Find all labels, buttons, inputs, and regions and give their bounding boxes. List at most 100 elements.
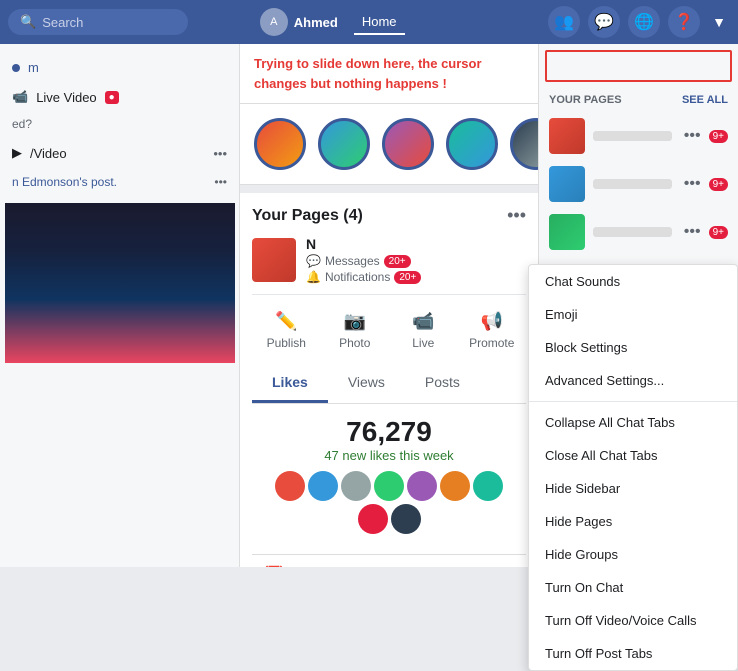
promote-btn[interactable]: 📢 Promote [458, 305, 527, 356]
page-avatar [252, 238, 296, 282]
annotation-text-top: Trying to slide down here, the cursor ch… [254, 54, 524, 93]
sidebar-item-home[interactable]: m [0, 52, 239, 83]
rs-page-avatar-3 [549, 214, 585, 250]
page-name: N [306, 236, 526, 252]
page-notifications: 🔔 Notifications 20+ [306, 270, 526, 284]
live-badge: ● [105, 91, 119, 104]
story-circles [240, 104, 538, 185]
notifications-label: Notifications [325, 270, 390, 284]
story-circle-2[interactable] [318, 118, 370, 170]
dropdown-menu: Chat Sounds Emoji Block Settings Advance… [528, 264, 738, 671]
dot-icon [12, 64, 20, 72]
sidebar-video-item[interactable]: ▶ /Video ••• [0, 137, 239, 169]
messages-label: Messages [325, 254, 380, 268]
red-outline-top [545, 50, 732, 82]
sidebar-video-more[interactable]: ••• [213, 146, 227, 161]
page-info: N 💬 Messages 20+ 🔔 Notifications 20+ [306, 236, 526, 284]
dropdown-advanced-settings[interactable]: Advanced Settings... [529, 364, 737, 397]
home-link[interactable]: Home [354, 10, 405, 35]
dropdown-close-chat-tabs[interactable]: Close All Chat Tabs [529, 439, 737, 472]
rs-page-more-1[interactable]: ••• [684, 127, 701, 145]
rs-page-more-3[interactable]: ••• [684, 223, 701, 241]
nav-center: A Ahmed Home [260, 8, 405, 36]
mini-avatar-1 [275, 471, 305, 501]
rs-page-item-1: ••• 9+ [539, 112, 738, 160]
sidebar-post-label: n Edmonson's post. [12, 175, 117, 189]
dropdown-turn-off-video[interactable]: Turn Off Video/Voice Calls [529, 604, 737, 637]
dropdown-turn-off-post-tabs[interactable]: Turn Off Post Tabs [529, 637, 737, 670]
publish-label: Publish [267, 336, 306, 350]
rs-page-avatar-1 [549, 118, 585, 154]
dropdown-divider-1 [529, 401, 737, 402]
mini-avatar-6 [440, 471, 470, 501]
live-label: Live Video [36, 90, 96, 105]
main-layout: m 📹 Live Video ● ed? ▶ /Video ••• n Edmo… [0, 44, 738, 567]
tab-posts[interactable]: Posts [405, 364, 480, 403]
rs-page-item-3: ••• 9+ [539, 208, 738, 256]
sidebar-post-more[interactable]: ••• [214, 175, 227, 189]
messenger-icon-btn[interactable]: 💬 [588, 6, 620, 38]
dropdown-chat-sounds[interactable]: Chat Sounds [529, 265, 737, 298]
pages-more-btn[interactable]: ••• [507, 205, 526, 226]
live-btn[interactable]: 📹 Live [389, 305, 458, 356]
nav-dropdown-btn[interactable]: ▼ [708, 10, 730, 34]
globe-icon-btn[interactable]: 🌐 [628, 6, 660, 38]
message-icon: 💬 [306, 254, 321, 268]
mini-avatar-4 [374, 471, 404, 501]
dropdown-hide-pages[interactable]: Hide Pages [529, 505, 737, 538]
rs-page-more-2[interactable]: ••• [684, 175, 701, 193]
mini-avatar-5 [407, 471, 437, 501]
avatar: A [260, 8, 288, 36]
sidebar-item-label: m [28, 60, 39, 75]
dropdown-hide-sidebar[interactable]: Hide Sidebar [529, 472, 737, 505]
sidebar-item-live-video[interactable]: 📹 Live Video ● [0, 83, 239, 111]
rs-badge-2: 9+ [709, 178, 728, 191]
publish-btn[interactable]: ✏️ Publish [252, 305, 321, 356]
rs-page-name-3 [593, 227, 672, 237]
sidebar-asked-label: ed? [12, 117, 32, 131]
big-number: 76,279 [264, 416, 514, 448]
tab-likes[interactable]: Likes [252, 364, 328, 403]
help-icon-btn[interactable]: ❓ [668, 6, 700, 38]
dropdown-hide-groups[interactable]: Hide Groups [529, 538, 737, 571]
story-circle-3[interactable] [382, 118, 434, 170]
center-content: Trying to slide down here, the cursor ch… [240, 44, 538, 567]
rs-badge-1: 9+ [709, 130, 728, 143]
annotation-box-top: Trying to slide down here, the cursor ch… [240, 44, 538, 104]
pages-card: Your Pages (4) ••• N 💬 Messages 20+ 🔔 No… [240, 193, 538, 567]
rs-page-name-1 [593, 131, 672, 141]
live-action-icon: 📹 [412, 311, 434, 332]
dropdown-collapse-chat-tabs[interactable]: Collapse All Chat Tabs [529, 406, 737, 439]
story-circle-1[interactable] [254, 118, 306, 170]
promote-icon: 📢 [481, 311, 503, 332]
video-icon: ▶ [12, 145, 22, 161]
dropdown-block-settings[interactable]: Block Settings [529, 331, 737, 364]
tab-views[interactable]: Views [328, 364, 405, 403]
mini-avatar-7 [473, 471, 503, 501]
sidebar-post-item[interactable]: n Edmonson's post. ••• [0, 169, 239, 195]
photo-icon: 📷 [344, 311, 366, 332]
search-bar[interactable]: 🔍 [8, 9, 188, 35]
see-all-btn[interactable]: SEE ALL [682, 94, 728, 106]
photo-label: Photo [339, 336, 370, 350]
pages-title: Your Pages (4) [252, 207, 363, 225]
search-input[interactable] [42, 15, 172, 30]
event-invite[interactable]: 📅 1 event invite [252, 554, 526, 567]
tabs-row: Likes Views Posts [252, 364, 526, 404]
rs-page-name-2 [593, 179, 672, 189]
your-pages-label: YOUR PAGES [549, 94, 622, 106]
sidebar-image [5, 203, 235, 363]
photo-btn[interactable]: 📷 Photo [321, 305, 390, 356]
mini-avatar-8 [358, 504, 388, 534]
dropdown-emoji[interactable]: Emoji [529, 298, 737, 331]
rs-page-avatar-2 [549, 166, 585, 202]
rs-badge-3: 9+ [709, 226, 728, 239]
new-likes-text: 47 new likes this week [264, 448, 514, 463]
avatar-row [264, 471, 514, 534]
story-circle-5[interactable] [510, 118, 538, 170]
dropdown-turn-on-chat[interactable]: Turn On Chat [529, 571, 737, 604]
friends-icon-btn[interactable]: 👥 [548, 6, 580, 38]
messages-badge: 20+ [384, 255, 411, 268]
left-sidebar: m 📹 Live Video ● ed? ▶ /Video ••• n Edmo… [0, 44, 240, 567]
story-circle-4[interactable] [446, 118, 498, 170]
